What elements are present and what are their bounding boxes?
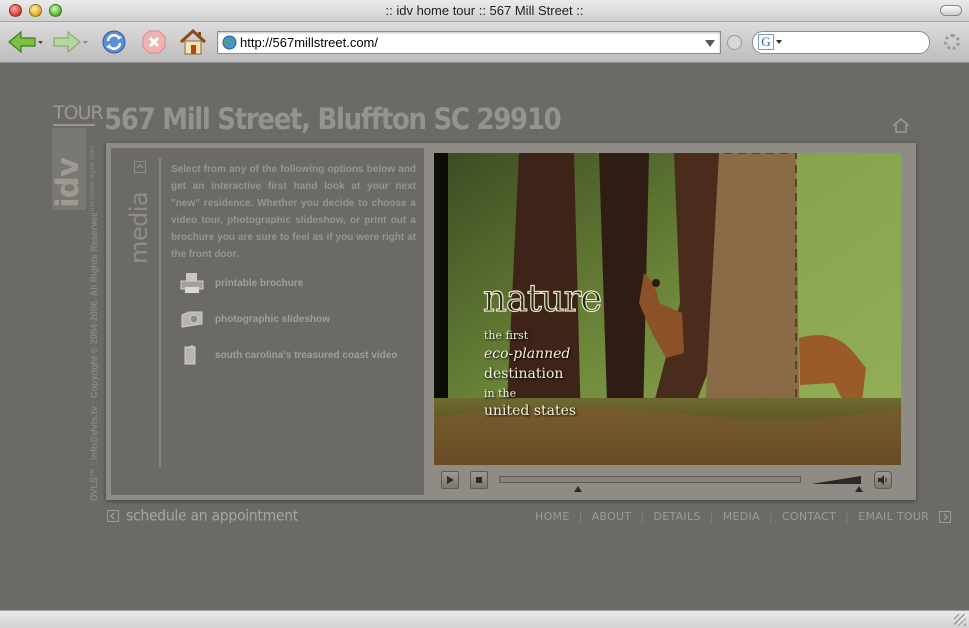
address-bar[interactable]: http://567millstreet.com/ [217, 31, 721, 54]
coast-video-link[interactable]: south carolina's treasured coast video [179, 344, 397, 366]
nav-email-tour[interactable]: EMAIL TOUR [858, 510, 929, 523]
video-caption-line-5: united states [484, 403, 577, 419]
stop-button[interactable] [139, 28, 169, 56]
video-progress-thumb[interactable] [573, 486, 582, 492]
nav-separator: | [709, 510, 714, 523]
copyright-notice: DVLS™ : info@dvls.tv : Copyright © 2004-… [89, 213, 99, 501]
toolbar-toggle-button[interactable] [940, 5, 962, 16]
nav-home[interactable]: HOME [535, 510, 570, 523]
forward-button[interactable] [51, 28, 89, 56]
nav-separator: | [768, 510, 773, 523]
footer-nav: HOME | ABOUT | DETAILS | MEDIA | CONTACT | EM… [535, 510, 952, 523]
panel-divider [159, 158, 161, 468]
video-progress-track[interactable] [499, 476, 801, 483]
web-page: TOUR idv interactive digital video DVLS™… [0, 63, 969, 610]
url-text[interactable]: http://567millstreet.com/ [240, 35, 378, 50]
schedule-appointment-label[interactable]: schedule an appointment [126, 507, 298, 525]
right-arrow-icon[interactable] [939, 510, 952, 523]
reload-button[interactable] [99, 28, 129, 56]
logo-tagline: interactive digital video [89, 145, 96, 211]
media-panel: media Select from any of the following o… [106, 143, 916, 500]
forward-arrow-icon [53, 30, 88, 54]
nav-separator: | [578, 510, 583, 523]
up-arrow-icon[interactable] [134, 161, 146, 173]
intro-paragraph: Select from any of the following options… [171, 164, 416, 260]
stop-video-button[interactable] [470, 471, 488, 489]
play-icon [447, 476, 454, 484]
search-engine-dropdown-icon[interactable] [776, 40, 782, 44]
home-icon[interactable] [892, 118, 910, 133]
video-caption-line-3: destination [484, 366, 564, 382]
logo-tagline-text: interactive digital video [89, 145, 96, 211]
browser-toolbar: http://567millstreet.com/ G [0, 22, 969, 63]
printer-icon [180, 273, 204, 293]
window-titlebar: :: idv home tour :: 567 Mill Street :: [0, 0, 969, 22]
resize-grip-icon[interactable] [954, 614, 966, 626]
idv-logo[interactable]: idv [52, 128, 86, 210]
photographic-slideshow-link[interactable]: photographic slideshow [179, 308, 330, 330]
printable-brochure-link[interactable]: printable brochure [179, 272, 303, 294]
mute-button[interactable] [874, 471, 892, 489]
logo-idv-text: idv [52, 157, 86, 208]
nav-media[interactable]: MEDIA [723, 510, 760, 523]
go-button[interactable] [727, 35, 742, 50]
play-button[interactable] [441, 471, 459, 489]
video-caption-line-4: in the [484, 387, 517, 400]
left-arrow-icon [107, 510, 119, 522]
url-dropdown-icon[interactable] [705, 40, 715, 47]
window-title: :: idv home tour :: 567 Mill Street :: [385, 3, 584, 18]
status-bar [0, 610, 969, 628]
media-options-pane: media Select from any of the following o… [111, 148, 424, 495]
media-section-label: media [125, 192, 153, 264]
printable-brochure-label[interactable]: printable brochure [215, 278, 303, 289]
video-camera-icon [184, 345, 196, 365]
volume-slider[interactable] [811, 475, 861, 485]
logo-tour-text: TOUR [53, 102, 104, 124]
video-caption-line-1: the first [484, 329, 529, 342]
page-title: 567 Mill Street, Bluffton SC 29910 [104, 103, 562, 137]
photographic-slideshow-label[interactable]: photographic slideshow [215, 314, 330, 325]
speaker-icon [878, 475, 887, 485]
media-label-text: media [125, 192, 153, 264]
globe-icon [222, 35, 237, 50]
volume-thumb[interactable] [854, 486, 863, 492]
video-player[interactable]: nature the first eco-planned destination… [434, 153, 901, 465]
nav-separator: | [845, 510, 850, 523]
video-title-word: nature [482, 277, 602, 320]
video-controls [434, 466, 901, 496]
home-button[interactable] [177, 28, 209, 56]
copyright-text: DVLS™ : info@dvls.tv : Copyright © 2004-… [89, 213, 99, 501]
coast-video-label[interactable]: south carolina's treasured coast video [215, 350, 397, 361]
stop-square-icon [476, 477, 482, 483]
search-engine-icon[interactable]: G [758, 34, 774, 50]
stop-icon [142, 30, 166, 54]
back-arrow-icon [8, 30, 43, 54]
back-button[interactable] [6, 28, 44, 56]
loading-spinner-icon [944, 34, 960, 50]
video-caption-line-2: eco-planned [484, 346, 571, 362]
camera-icon [181, 311, 203, 328]
nav-about[interactable]: ABOUT [592, 510, 632, 523]
house-icon [179, 28, 207, 55]
nav-details[interactable]: DETAILS [653, 510, 700, 523]
reload-icon [102, 30, 126, 54]
logo-divider [53, 124, 95, 126]
schedule-appointment-link[interactable]: schedule an appointment [107, 507, 298, 525]
search-box[interactable]: G [752, 31, 930, 54]
nav-contact[interactable]: CONTACT [782, 510, 836, 523]
nav-separator: | [640, 510, 645, 523]
